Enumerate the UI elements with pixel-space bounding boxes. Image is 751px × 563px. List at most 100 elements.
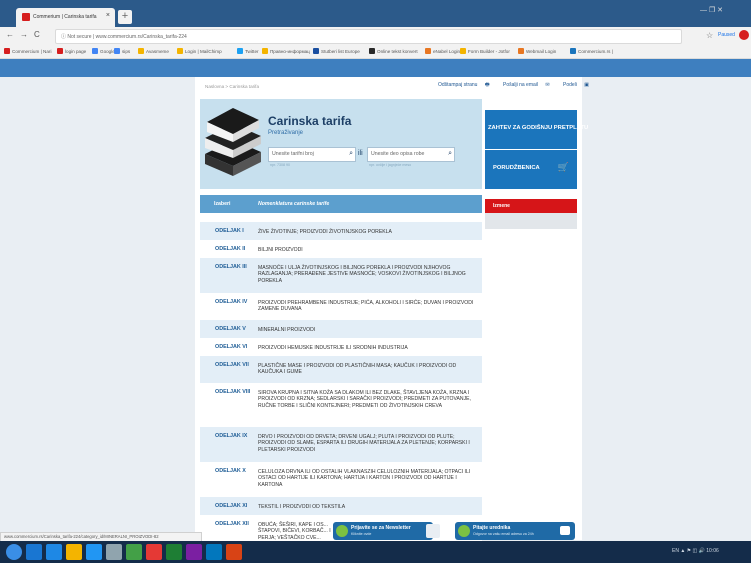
bookmark-item[interactable]: Login | MailChimp [177,48,222,54]
table-row[interactable]: ODELJAK I ŽIVE ŽIVOTINJE; PROIZVODI ŽIVOT… [200,222,482,240]
edge-icon[interactable] [46,544,62,560]
section-code[interactable]: ODELJAK VIII [215,389,250,395]
printer-icon: 🖶 [484,82,490,88]
books-icon [205,108,261,176]
bookmark-item[interactable]: sips [114,48,130,54]
table-row[interactable]: ODELJAK XI TEKSTIL I PROIZVODI OD TEKSTIL… [200,497,482,515]
url-text: www.commercium.rs/Carinska_tarifa-224 [95,34,187,40]
print-link[interactable]: Odštampaj stranu 🖶 [438,82,496,88]
powerpoint-icon[interactable] [226,544,242,560]
table-row[interactable]: ODELJAK VI PROIZVODI HEMIJSKE INDUSTRIJE … [200,338,482,356]
question-icon [458,525,470,537]
section-code[interactable]: ODELJAK III [215,264,247,270]
section-desc: PROIZVODI HEMIJSKE INDUSTRIJE ILI SRODNI… [258,345,408,351]
column-select-header: Izaberi [214,201,231,207]
table-row[interactable]: ODELJAK VII PLASTIČNE MASE I PROIZVODI OD… [200,356,482,383]
new-tab-button[interactable]: + [118,10,132,24]
breadcrumb[interactable]: Naslovna > Carinska tarifa [205,84,259,89]
browser-tab[interactable]: Commerium | Carinska tarifa × [16,8,115,27]
section-desc: PROIZVODI PREHRAMBENE INDUSTRIJE; PIĆA, … [258,300,474,313]
table-row[interactable]: ODELJAK IX DRVO I PROIZVODI OD DRVETA; DR… [200,427,482,462]
excel-icon[interactable] [166,544,182,560]
chrome-icon[interactable] [146,544,162,560]
mail-icon: ✉ [545,82,550,88]
calculator-icon[interactable] [106,544,122,560]
description-hint: npr. ovčije i jagnjeće meso [369,163,412,167]
newsletter-doc-icon [426,524,440,538]
url-input[interactable]: ⓘ Not secure | www.commercium.rs/Carinsk… [55,29,682,44]
search-separator: ili [358,150,363,157]
start-icon[interactable] [6,544,22,560]
share-icon: ▣ [584,82,590,88]
back-icon[interactable]: ← [6,30,14,39]
cart-icon: 🛒 [557,162,569,172]
profile-avatar[interactable] [739,30,749,40]
table-row[interactable]: ODELJAK IV PROIZVODI PREHRAMBENE INDUSTRI… [200,293,482,320]
outlook-icon[interactable] [206,544,222,560]
taskview-icon[interactable] [26,544,42,560]
table-row[interactable]: ODELJAK III MASNOĆE I ULJA ŽIVOTINJSKOG I… [200,258,482,293]
system-tray[interactable]: EN ▲ ⚑ ◫ 🔊 10:06 [672,548,719,554]
description-search[interactable]: Unesite deo opisa robe ⌕ [367,147,455,162]
section-code[interactable]: ODELJAK IX [215,433,247,439]
table-row[interactable]: ODELJAK VIII SIROVA KRUPNA I SITNA KOŽA S… [200,383,482,427]
ask-editor-button[interactable]: Pitajte urednika Odgovor na vašu email a… [455,522,575,540]
bookmark-item[interactable]: Commercium | Nari [4,48,51,54]
bookmark-star-icon[interactable]: ☆ [706,31,713,40]
section-desc: MASNOĆE I ULJA ŽIVOTINJSKOG I BILJNOG PO… [258,265,466,284]
section-code[interactable]: ODELJAK XI [215,503,247,509]
chat-icon [560,526,570,535]
changes-header: Izmene [485,199,577,213]
section-code[interactable]: ODELJAK V [215,326,246,332]
section-desc: TEKSTIL I PROIZVODI OD TEKSTILA [258,504,346,510]
table-row[interactable]: ODELJAK X CELULOZA DRVNA ILI OD OSTALIH V… [200,462,482,497]
close-tab-icon[interactable]: × [106,12,110,19]
bookmark-item[interactable]: Twitter [237,48,259,54]
bookmark-item[interactable]: Webmail Login [518,48,556,54]
table-row[interactable]: ODELJAK V MINERALNI PROIZVODI [200,320,482,338]
bookmark-item[interactable]: Commercium.rs | [570,48,613,54]
section-desc: CELULOZA DRVNA ILI OD OSTALIH VLAKNASZIH… [258,469,471,488]
site-top-strip [0,59,751,77]
section-code[interactable]: ODELJAK I [215,228,244,234]
subscription-button[interactable]: ZAHTEV ZA GODIŠNJU PRETPLATU [485,110,588,149]
bookmark-item[interactable]: Avasmeme [138,48,169,54]
section-code[interactable]: ODELJAK II [215,246,245,252]
skype-icon[interactable] [86,544,102,560]
bookmark-item[interactable]: Form Builder - Jotfor [460,48,510,54]
section-code[interactable]: ODELJAK X [215,468,246,474]
bookmark-item[interactable]: eNabel Login [425,48,460,54]
folder-icon[interactable] [66,544,82,560]
bookmarks-bar: Commercium | Nari login page Google sips… [0,45,751,59]
onenote-icon[interactable] [186,544,202,560]
section-code[interactable]: ODELJAK VII [215,362,249,368]
tariff-number-input[interactable]: Unesite tarifni broj [272,151,314,157]
newsletter-button[interactable]: Prijavite se za Newsletter Kliknite ovde [333,522,433,540]
page-title: Carinska tarifa [268,114,352,128]
column-nomenclature-header: Nomenklatura carinske tarife [258,201,330,207]
share-link[interactable]: Podeli ▣ [563,82,595,88]
description-input[interactable]: Unesite deo opisa robe [371,151,424,157]
table-row[interactable]: ODELJAK II BILJNI PROIZVODI [200,240,482,258]
section-code[interactable]: ODELJAK XII [215,521,249,527]
paused-label[interactable]: Paused [718,32,735,38]
search-icon[interactable]: ⌕ [349,150,353,158]
bookmark-item[interactable]: login page [57,48,86,54]
email-link[interactable]: Pošalji na email ✉ [503,82,556,88]
bookmark-item[interactable]: Stutberi list Europe [313,48,360,54]
app-icon[interactable] [126,544,142,560]
section-code[interactable]: ODELJAK VI [215,344,247,350]
section-desc: ŽIVE ŽIVOTINJE; PROIZVODI ŽIVOTINJSKOG P… [258,229,392,235]
section-code[interactable]: ODELJAK IV [215,299,247,305]
section-desc: PLASTIČNE MASE I PROIZVODI OD PLASTIČNIH… [258,363,457,376]
window-controls[interactable]: — ❐ ✕ [700,6,745,16]
forward-icon[interactable]: → [20,30,28,39]
bookmark-item[interactable]: Google [92,48,115,54]
bookmark-item[interactable]: Правно-информац [262,48,310,54]
search-icon[interactable]: ⌕ [448,150,452,158]
tariff-number-search[interactable]: Unesite tarifni broj ⌕ [268,147,356,162]
bookmark-item[interactable]: Online tekst konvert [369,48,418,54]
reload-icon[interactable]: C [34,30,40,39]
section-desc: SIROVA KRUPNA I SITNA KOŽA SA DLAKOM ILI… [258,390,471,409]
order-form-button[interactable]: PORUDŽBENICA 🛒 [485,150,577,189]
